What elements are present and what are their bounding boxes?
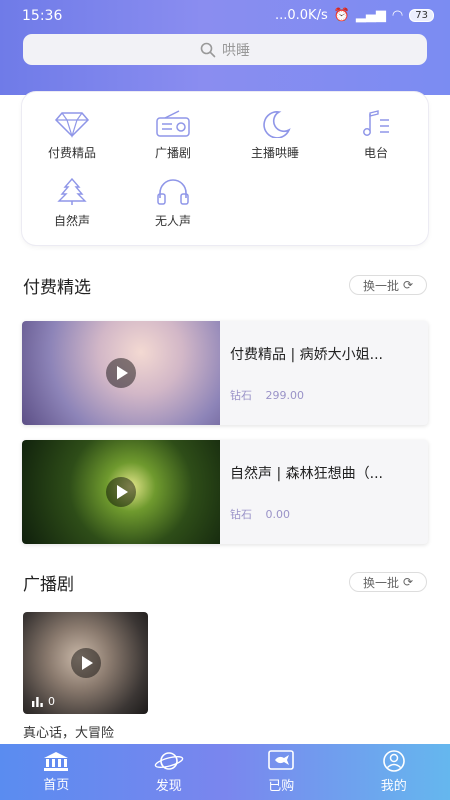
profile-icon [382,750,405,772]
item-price: 钻石 299.00 [230,387,304,403]
status-right: ...0.0K/s ⏰ ▂▄▆ ◠ 73 [275,8,434,23]
tab-label: 已购 [268,779,295,794]
moon-icon [263,111,291,138]
play-icon[interactable] [106,477,136,507]
play-count: 0 [32,695,55,708]
diamond-icon [54,112,90,138]
category-label: 自然声 [53,214,90,228]
tree-icon [57,178,87,205]
category-station[interactable]: 电台 [326,110,426,161]
tab-discover[interactable]: 发现 [113,744,226,800]
paid-item-card[interactable]: 付费精品 | 病娇大小姐... 钻石 299.00 [22,321,428,425]
play-icon[interactable] [106,358,136,388]
headphones-icon [157,179,189,205]
price-value: 0.00 [265,508,291,521]
cover-image [22,440,220,544]
category-grid: 付费精品 广播剧 主播哄睡 电台 自然声 无人声 [22,92,428,245]
drama-item-card[interactable]: 0 [23,612,148,714]
refresh-button-paid[interactable]: 换一批 ⟳ [349,275,427,295]
price-value: 299.00 [265,389,305,402]
refresh-label: 换一批 [362,278,399,293]
refresh-icon: ⟳ [402,278,414,292]
item-title: 自然声 | 森林狂想曲（... [230,466,383,482]
home-icon [44,752,69,771]
search-placeholder: 哄睡 [222,42,250,59]
refresh-icon: ⟳ [402,575,414,589]
tab-profile[interactable]: 我的 [338,744,450,800]
purchased-icon [268,750,295,770]
tab-label: 我的 [380,779,407,794]
category-sleep-host[interactable]: 主播哄睡 [225,110,325,161]
item-price: 钻石 0.00 [230,506,290,522]
signal-icon: ▂▄▆ [355,8,386,23]
radio-icon [156,110,190,137]
bar-chart-icon [32,696,43,707]
category-label: 付费精品 [47,146,96,160]
category-nature[interactable]: 自然声 [22,178,122,229]
music-note-icon [363,110,389,136]
cover-image [22,321,220,425]
category-paid[interactable]: 付费精品 [22,110,122,161]
tab-home[interactable]: 首页 [0,744,113,800]
battery-indicator: 73 [409,9,434,22]
status-time: 15:36 [22,8,63,24]
category-label: 无人声 [154,214,191,228]
wifi-icon: ◠ [391,8,404,23]
network-speed: ...0.0K/s [274,8,328,23]
category-label: 主播哄睡 [250,146,299,160]
search-icon [200,42,216,57]
drama-item-title: 真心话，大冒险 [23,726,115,741]
tab-purchased[interactable]: 已购 [225,744,338,800]
tab-label: 首页 [43,778,70,793]
price-label: 钻石 [230,389,252,402]
section-title-drama: 广播剧 [23,575,74,595]
section-title-paid: 付费精选 [23,278,91,298]
play-count-value: 0 [48,695,55,708]
refresh-label: 换一批 [362,575,399,590]
category-no-voice[interactable]: 无人声 [123,178,223,229]
planet-icon [154,752,184,770]
paid-item-card[interactable]: 自然声 | 森林狂想曲（... 钻石 0.00 [22,440,428,544]
status-bar: 15:36 ...0.0K/s ⏰ ▂▄▆ ◠ 73 [0,0,450,32]
bottom-tab-bar: 首页 发现 已购 我的 [0,744,450,800]
price-label: 钻石 [230,508,252,521]
category-label: 电台 [363,146,388,160]
refresh-button-drama[interactable]: 换一批 ⟳ [349,572,427,592]
category-drama[interactable]: 广播剧 [123,110,223,161]
category-label: 广播剧 [154,146,191,160]
tab-label: 发现 [155,779,182,794]
search-bar[interactable]: 哄睡 [23,34,427,65]
item-title: 付费精品 | 病娇大小姐... [230,347,383,363]
alarm-icon: ⏰ [333,8,350,23]
play-icon[interactable] [71,648,101,678]
